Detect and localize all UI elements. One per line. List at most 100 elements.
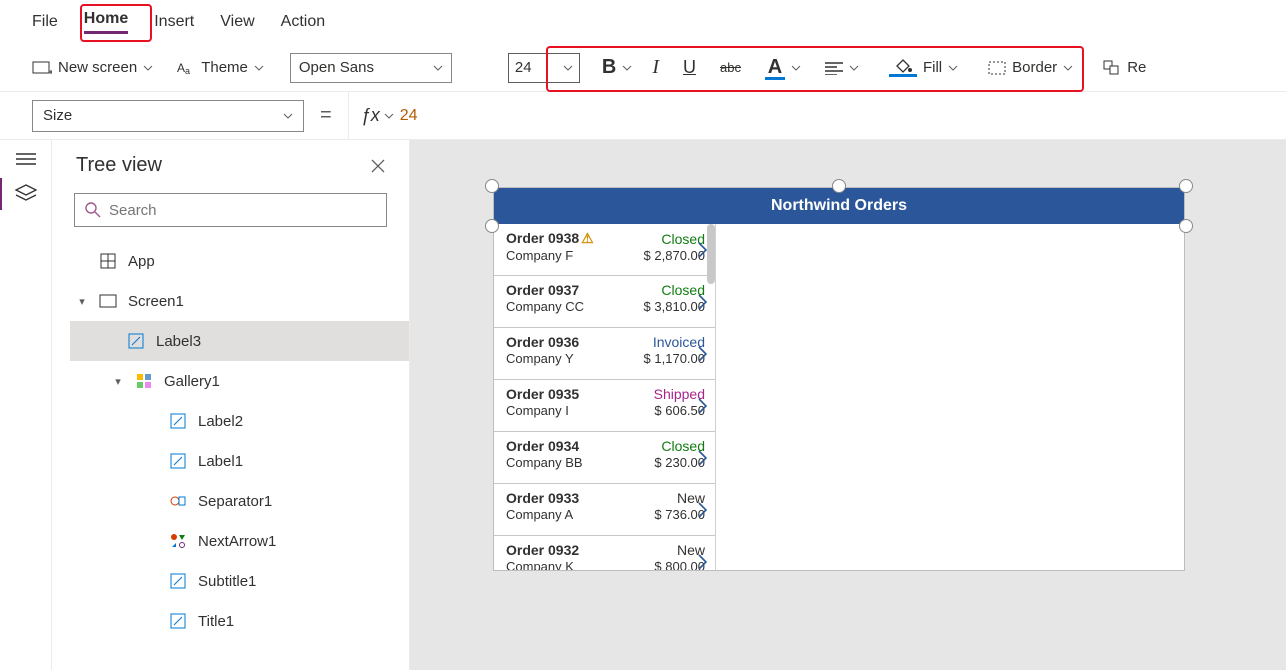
chevron-right-icon[interactable]	[697, 501, 709, 519]
menu-view[interactable]: View	[220, 13, 254, 31]
italic-icon: I	[652, 56, 659, 79]
tree-label: Subtitle1	[198, 573, 256, 590]
gallery-item[interactable]: Order 0933NewCompany A$ 736.00	[494, 484, 715, 536]
tree-view-panel: Tree view App ▾ Screen1	[52, 140, 410, 670]
menu-file[interactable]: File	[32, 13, 58, 31]
menu-insert[interactable]: Insert	[154, 13, 194, 31]
chevron-down-icon	[433, 65, 443, 71]
order-company: Company K	[506, 559, 574, 570]
left-rail	[0, 140, 52, 670]
selection-handle[interactable]	[832, 179, 846, 193]
chevron-right-icon[interactable]	[697, 397, 709, 415]
tree-node-separator1[interactable]: Separator1	[70, 481, 409, 521]
tree-node-nextarrow1[interactable]: NextArrow1	[70, 521, 409, 561]
theme-button[interactable]: Aa Theme	[177, 59, 264, 76]
border-button[interactable]: Border	[988, 59, 1073, 76]
formula-value[interactable]: 24	[394, 107, 418, 125]
close-icon[interactable]	[371, 159, 385, 173]
fill-color-swatch	[889, 74, 917, 77]
layers-icon[interactable]	[15, 184, 37, 202]
order-company: Company CC	[506, 299, 584, 314]
gallery-item[interactable]: Order 0932NewCompany K$ 800.00	[494, 536, 715, 570]
chevron-right-icon[interactable]	[697, 449, 709, 467]
gallery-item[interactable]: Order 0937ClosedCompany CC$ 3,810.00	[494, 276, 715, 328]
equals-label: =	[320, 104, 332, 127]
chevron-down-icon	[384, 113, 394, 119]
app-header-label[interactable]: Northwind Orders	[494, 188, 1184, 224]
rectangle-plus-icon	[32, 60, 52, 76]
order-id: Order 0938⚠	[506, 230, 594, 247]
caret-down-icon[interactable]: ▾	[112, 375, 124, 388]
new-screen-label: New screen	[58, 59, 137, 76]
underline-icon: U	[683, 57, 696, 78]
chevron-right-icon[interactable]	[697, 345, 709, 363]
paint-bucket-icon	[893, 58, 913, 74]
chevron-right-icon[interactable]	[697, 553, 709, 571]
label-icon	[168, 573, 188, 589]
tree-label: Label3	[156, 333, 201, 350]
tree-node-app[interactable]: App	[70, 241, 409, 281]
font-select[interactable]: Open Sans	[290, 53, 452, 83]
tree-node-label3[interactable]: Label3	[70, 321, 409, 361]
menu-action[interactable]: Action	[281, 13, 325, 31]
order-id: Order 0935	[506, 386, 579, 402]
reorder-button[interactable]: Re	[1103, 59, 1146, 76]
font-color-button[interactable]: A	[765, 56, 801, 80]
bold-button[interactable]: B	[602, 56, 632, 79]
font-color-swatch	[765, 77, 785, 80]
tree-node-label1[interactable]: Label1	[70, 441, 409, 481]
tree-node-label2[interactable]: Label2	[70, 401, 409, 441]
app-surface[interactable]: Northwind Orders Order 0938⚠ClosedCompan…	[494, 188, 1184, 570]
tree-title: Tree view	[76, 154, 162, 177]
app-icon	[98, 253, 118, 269]
chevron-down-icon	[254, 65, 264, 71]
search-icon	[85, 202, 101, 218]
tree-label: Label2	[198, 413, 243, 430]
strikethrough-button[interactable]: abc	[720, 60, 741, 75]
hamburger-icon[interactable]	[16, 152, 36, 166]
search-input[interactable]	[74, 193, 387, 227]
chevron-down-icon	[791, 65, 801, 71]
tree-label: Separator1	[198, 493, 272, 510]
svg-text:a: a	[185, 66, 190, 76]
bold-icon: B	[602, 56, 616, 79]
theme-label: Theme	[201, 59, 248, 76]
order-id: Order 0936	[506, 334, 579, 350]
gallery[interactable]: Order 0938⚠ClosedCompany F$ 2,870.00Orde…	[494, 224, 716, 570]
tree-node-subtitle1[interactable]: Subtitle1	[70, 561, 409, 601]
tree-node-title1[interactable]: Title1	[70, 601, 409, 641]
reorder-icon	[1103, 60, 1121, 76]
gallery-item[interactable]: Order 0936InvoicedCompany Y$ 1,170.00	[494, 328, 715, 380]
align-button[interactable]	[825, 61, 859, 75]
formula-cell[interactable]: ƒx 24	[348, 92, 430, 140]
gallery-icon	[134, 373, 154, 389]
order-amount: $ 2,870.00	[644, 248, 705, 263]
chevron-right-icon[interactable]	[697, 241, 709, 259]
canvas[interactable]: Northwind Orders Order 0938⚠ClosedCompan…	[410, 140, 1286, 670]
theme-icon: Aa	[177, 60, 195, 76]
underline-button[interactable]: U	[683, 57, 696, 78]
tree-node-screen1[interactable]: ▾ Screen1	[70, 281, 409, 321]
menu-home[interactable]: Home	[84, 10, 128, 34]
fill-button[interactable]: Fill	[889, 58, 958, 77]
new-screen-button[interactable]: New screen	[32, 59, 153, 76]
tree-label: Gallery1	[164, 373, 220, 390]
font-size-value: 24	[515, 59, 532, 76]
property-select[interactable]: Size	[32, 100, 304, 132]
search-field[interactable]	[109, 202, 376, 219]
font-value: Open Sans	[299, 59, 374, 76]
font-size-select[interactable]: 24	[508, 53, 580, 83]
caret-down-icon[interactable]: ▾	[76, 295, 88, 308]
gallery-item[interactable]: Order 0934ClosedCompany BB$ 230.00	[494, 432, 715, 484]
gallery-item[interactable]: Order 0935ShippedCompany I$ 606.50	[494, 380, 715, 432]
selection-handle[interactable]	[1179, 219, 1193, 233]
property-name: Size	[43, 107, 72, 124]
selection-handle[interactable]	[1179, 179, 1193, 193]
tree-node-gallery1[interactable]: ▾ Gallery1	[70, 361, 409, 401]
ribbon-toolbar: New screen Aa Theme Open Sans 24 B I U a…	[0, 44, 1286, 92]
screen-icon	[98, 294, 118, 308]
italic-button[interactable]: I	[652, 56, 659, 79]
gallery-item[interactable]: Order 0938⚠ClosedCompany F$ 2,870.00	[494, 224, 715, 276]
selection-handle[interactable]	[485, 179, 499, 193]
chevron-right-icon[interactable]	[697, 293, 709, 311]
